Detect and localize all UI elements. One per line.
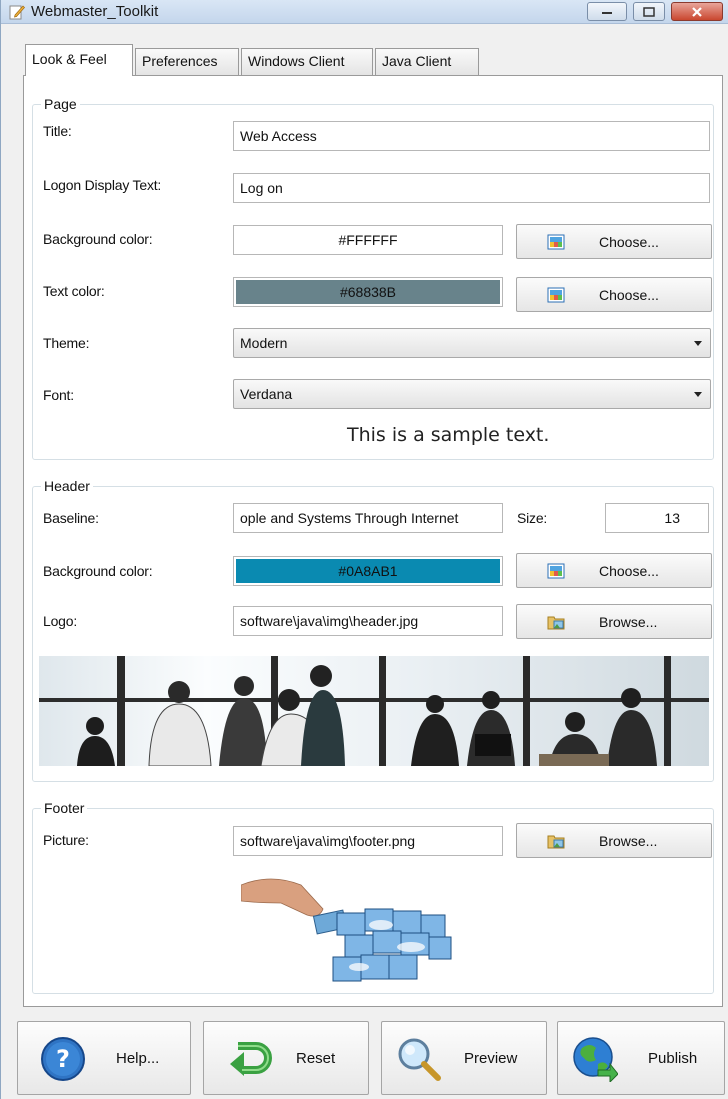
font-sample-text: This is a sample text. bbox=[347, 424, 550, 446]
close-icon bbox=[692, 6, 702, 17]
footer-picture-path-input[interactable]: software\java\img\footer.png bbox=[233, 826, 503, 856]
tab-look-and-feel[interactable]: Look & Feel bbox=[25, 44, 133, 76]
maximize-button[interactable] bbox=[633, 2, 665, 21]
page-background-color-field[interactable]: #FFFFFF bbox=[233, 225, 503, 255]
browse-button-label: Browse... bbox=[599, 614, 658, 630]
close-button[interactable] bbox=[671, 2, 723, 21]
logo-path-input[interactable]: software\java\img\header.jpg bbox=[233, 606, 503, 636]
size-input[interactable]: 13 bbox=[605, 503, 709, 533]
choose-background-color-button[interactable]: Choose... bbox=[516, 224, 712, 259]
minimize-icon bbox=[602, 11, 612, 14]
publish-button-label: Publish bbox=[648, 1050, 698, 1067]
logo-label: Logo: bbox=[43, 613, 78, 629]
reset-button[interactable]: Reset bbox=[203, 1021, 369, 1095]
folder-image-icon bbox=[547, 616, 565, 630]
color-palette-icon bbox=[547, 563, 565, 579]
choose-button-label: Choose... bbox=[599, 563, 659, 579]
choose-header-color-button[interactable]: Choose... bbox=[516, 553, 712, 588]
header-background-color-value: #0A8AB1 bbox=[338, 563, 398, 579]
help-button-label: Help... bbox=[116, 1050, 160, 1067]
preview-button-label: Preview bbox=[464, 1050, 518, 1067]
window-title: Webmaster_Toolkit bbox=[31, 3, 159, 20]
footer-picture-preview-image bbox=[241, 878, 452, 982]
text-color-field[interactable]: #68838B bbox=[233, 277, 503, 307]
help-question-icon: ? bbox=[41, 1037, 85, 1081]
minimize-button[interactable] bbox=[587, 2, 627, 21]
title-bar[interactable]: Webmaster_Toolkit bbox=[1, 0, 728, 24]
baseline-label: Baseline: bbox=[43, 510, 99, 526]
color-palette-icon bbox=[547, 234, 565, 250]
folder-image-icon bbox=[547, 835, 565, 849]
app-pencil-icon bbox=[9, 5, 25, 20]
dropdown-arrow-icon bbox=[694, 341, 702, 346]
tab-windows-client[interactable]: Windows Client bbox=[241, 48, 373, 75]
logon-display-text-input[interactable]: Log on bbox=[233, 173, 710, 203]
page-background-color-value: #FFFFFF bbox=[338, 232, 398, 248]
dropdown-arrow-icon bbox=[694, 392, 702, 397]
color-palette-icon bbox=[547, 287, 565, 303]
text-color-value: #68838B bbox=[339, 284, 397, 300]
logon-display-text-label: Logon Display Text: bbox=[43, 177, 162, 193]
preview-button[interactable]: Preview bbox=[381, 1021, 547, 1095]
browse-logo-button[interactable]: Browse... bbox=[516, 604, 712, 639]
browse-footer-picture-button[interactable]: Browse... bbox=[516, 823, 712, 858]
theme-selected-value: Modern bbox=[240, 335, 288, 351]
font-label: Font: bbox=[43, 387, 74, 403]
choose-text-color-button[interactable]: Choose... bbox=[516, 277, 712, 312]
footer-group-legend: Footer bbox=[41, 800, 88, 816]
font-select[interactable]: Verdana bbox=[233, 379, 711, 409]
page-group-legend: Page bbox=[41, 96, 80, 112]
size-label: Size: bbox=[517, 510, 548, 526]
reset-button-label: Reset bbox=[296, 1050, 336, 1067]
browse-button-label: Browse... bbox=[599, 833, 658, 849]
header-background-color-label: Background color: bbox=[43, 563, 153, 579]
publish-button[interactable]: Publish bbox=[557, 1021, 725, 1095]
choose-button-label: Choose... bbox=[599, 287, 659, 303]
header-logo-preview-image bbox=[39, 656, 709, 766]
svg-text:?: ? bbox=[56, 1045, 70, 1073]
picture-label: Picture: bbox=[43, 832, 89, 848]
choose-button-label: Choose... bbox=[599, 234, 659, 250]
title-input[interactable]: Web Access bbox=[233, 121, 710, 151]
publish-globe-icon bbox=[573, 1037, 618, 1082]
theme-label: Theme: bbox=[43, 335, 90, 351]
theme-select[interactable]: Modern bbox=[233, 328, 711, 358]
maximize-icon bbox=[643, 6, 655, 17]
header-group-legend: Header bbox=[41, 478, 93, 494]
app-window: Webmaster_Toolkit Look & Feel Preference… bbox=[0, 0, 728, 1099]
preview-magnifier-icon bbox=[398, 1038, 441, 1081]
tab-java-client[interactable]: Java Client bbox=[375, 48, 479, 75]
reset-arrow-icon bbox=[230, 1042, 272, 1076]
baseline-input[interactable]: ople and Systems Through Internet bbox=[233, 503, 503, 533]
header-background-color-field[interactable]: #0A8AB1 bbox=[233, 556, 503, 586]
text-color-label: Text color: bbox=[43, 283, 105, 299]
font-selected-value: Verdana bbox=[240, 386, 293, 402]
title-label: Title: bbox=[43, 123, 72, 139]
tab-preferences[interactable]: Preferences bbox=[135, 48, 239, 75]
page-background-color-label: Background color: bbox=[43, 231, 153, 247]
help-button[interactable]: ? Help... bbox=[17, 1021, 191, 1095]
